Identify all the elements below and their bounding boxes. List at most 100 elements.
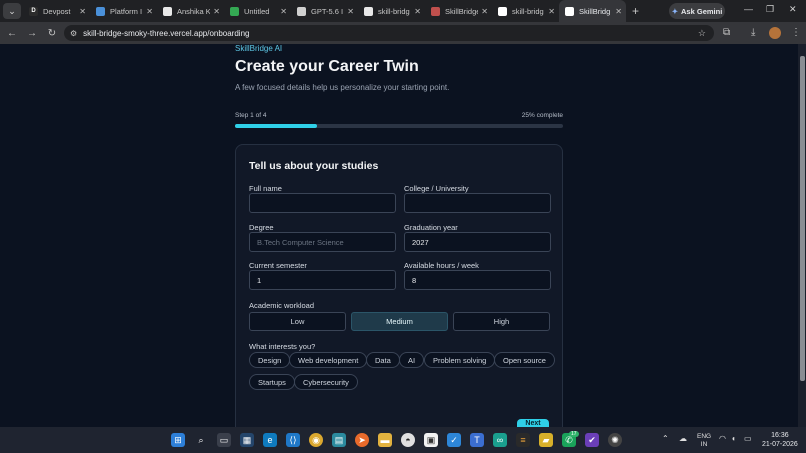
volume-icon[interactable]: ◖: [731, 434, 736, 443]
menu-icon[interactable]: ⋮: [791, 27, 801, 38]
close-tab-icon[interactable]: ✕: [347, 7, 354, 16]
ask-gemini-button[interactable]: ✦ Ask Gemini: [669, 3, 725, 19]
college-label: College / University: [404, 184, 469, 193]
devpost-icon: D: [29, 6, 38, 16]
card-title: Tell us about your studies: [249, 160, 379, 172]
reload-icon[interactable]: ↻: [42, 28, 62, 39]
cloud-icon[interactable]: ☁: [679, 434, 687, 443]
workload-high-button[interactable]: High: [453, 312, 550, 331]
back-icon[interactable]: ←: [2, 28, 22, 39]
tab-title: skill-bridg: [378, 6, 410, 16]
notes-icon[interactable]: ▰: [539, 433, 553, 447]
browser-tab[interactable]: D Devpost ✕: [23, 0, 90, 22]
tab-title: Untitled: [244, 6, 270, 16]
interest-chip-problem-solving[interactable]: Problem solving: [424, 352, 496, 368]
todo-icon[interactable]: ✓: [447, 433, 461, 447]
calendar-icon[interactable]: ▣: [424, 433, 438, 447]
available-hours-label: Available hours / week: [404, 261, 479, 270]
vscode-icon[interactable]: ⟨⟩: [286, 433, 300, 447]
scrollbar-thumb[interactable]: [800, 56, 805, 381]
interest-chip-cybersecurity[interactable]: Cybersecurity: [294, 374, 358, 390]
forward-icon[interactable]: →: [22, 28, 42, 39]
browser-tab[interactable]: skill-bridg ✕: [358, 0, 425, 22]
tab-title: SkillBridge: [445, 6, 479, 16]
graduation-year-label: Graduation year: [404, 223, 458, 232]
teams-icon[interactable]: T: [470, 433, 484, 447]
battery-icon[interactable]: ▭: [744, 434, 752, 443]
doc-icon: [163, 6, 172, 16]
interest-chip-open-source[interactable]: Open source: [494, 352, 555, 368]
gemini-icon: ✦: [671, 6, 679, 16]
browser-tab[interactable]: Anshika K ✕: [157, 0, 224, 22]
interest-chip-ai[interactable]: AI: [399, 352, 425, 368]
chrome-icon[interactable]: ◉: [309, 433, 323, 447]
interest-chip-web-development[interactable]: Web development: [289, 352, 368, 368]
close-tab-icon[interactable]: ✕: [615, 7, 622, 16]
close-tab-icon[interactable]: ✕: [280, 7, 287, 16]
degree-input[interactable]: B.Tech Computer Science: [249, 232, 396, 252]
next-button[interactable]: Next: [517, 419, 549, 427]
github-desktop-icon[interactable]: ◓: [401, 433, 415, 447]
tab-search-button[interactable]: ⌄: [3, 3, 21, 19]
search-icon[interactable]: ⌕: [194, 433, 208, 447]
github-icon: [364, 6, 373, 16]
tab-title: SkillBridg: [579, 6, 611, 16]
full-name-input[interactable]: [249, 193, 396, 213]
close-window-icon[interactable]: ✕: [789, 4, 797, 15]
tab-title: skill-bridg: [512, 6, 544, 16]
current-semester-input[interactable]: 1: [249, 270, 396, 290]
interest-chip-data[interactable]: Data: [366, 352, 400, 368]
close-tab-icon[interactable]: ✕: [146, 7, 153, 16]
edge-icon[interactable]: e: [263, 433, 277, 447]
college-input[interactable]: [404, 193, 551, 213]
notepad-icon[interactable]: ▤: [332, 433, 346, 447]
workload-medium-button[interactable]: Medium: [351, 312, 448, 331]
file-explorer-icon[interactable]: ▬: [378, 433, 392, 447]
close-tab-icon[interactable]: ✕: [548, 7, 555, 16]
notification-badge: 17: [569, 431, 579, 437]
tab-title: Devpost: [43, 6, 71, 16]
copilot-icon[interactable]: ∞: [493, 433, 507, 447]
openai-icon[interactable]: ✺: [608, 433, 622, 447]
bookmark-star-icon[interactable]: ☆: [698, 28, 706, 39]
start-windows-icon[interactable]: ⊞: [171, 433, 185, 447]
task-view-icon[interactable]: ▭: [217, 433, 231, 447]
browser-tab[interactable]: Untitled ✕: [224, 0, 291, 22]
interest-chip-design[interactable]: Design: [249, 352, 291, 368]
page-title: Create your Career Twin: [235, 58, 419, 75]
browser-tab[interactable]: GPT-5.6 I ✕: [291, 0, 358, 22]
minimize-icon[interactable]: —: [744, 4, 753, 14]
widgets-icon[interactable]: ▦: [240, 433, 254, 447]
language-indicator[interactable]: ENG IN: [697, 433, 711, 449]
restore-icon[interactable]: ❐: [766, 4, 774, 15]
profile-avatar[interactable]: [769, 27, 781, 39]
system-clock[interactable]: 16:36 21-07-2026: [762, 431, 798, 449]
full-name-label: Full name: [249, 184, 282, 193]
url-text: skill-bridge-smoky-three.vercel.app/onbo…: [83, 28, 250, 38]
close-tab-icon[interactable]: ✕: [213, 7, 220, 16]
extensions-icon[interactable]: ⧉: [723, 27, 730, 38]
workload-low-button[interactable]: Low: [249, 312, 346, 331]
address-bar[interactable]: ⚙ skill-bridge-smoky-three.vercel.app/on…: [64, 25, 714, 41]
brand-name: SkillBridge AI: [235, 44, 283, 53]
available-hours-input[interactable]: 8: [404, 270, 551, 290]
close-tab-icon[interactable]: ✕: [414, 7, 421, 16]
interest-chip-startups[interactable]: Startups: [249, 374, 295, 390]
graduation-year-input[interactable]: 2027: [404, 232, 551, 252]
vercel-icon: [498, 6, 507, 16]
tray-overflow-icon[interactable]: ⌃: [662, 434, 669, 443]
new-tab-button[interactable]: +: [632, 4, 639, 18]
visual-studio-icon[interactable]: ✔: [585, 433, 599, 447]
wifi-icon[interactable]: ◠: [719, 434, 726, 443]
postman-icon[interactable]: ➤: [355, 433, 369, 447]
download-icon[interactable]: ⤓: [751, 27, 755, 38]
close-tab-icon[interactable]: ✕: [481, 7, 488, 16]
browser-tab[interactable]: skill-bridg ✕: [492, 0, 559, 22]
close-tab-icon[interactable]: ✕: [79, 7, 86, 16]
site-info-icon[interactable]: ⚙: [70, 29, 77, 38]
app-icon[interactable]: ≡: [516, 433, 530, 447]
studies-form-card: Tell us about your studies Full name Col…: [235, 144, 563, 427]
browser-tab[interactable]: SkillBridg ✕: [559, 0, 626, 22]
browser-tab[interactable]: Platform I ✕: [90, 0, 157, 22]
browser-tab[interactable]: SkillBridge ✕: [425, 0, 492, 22]
